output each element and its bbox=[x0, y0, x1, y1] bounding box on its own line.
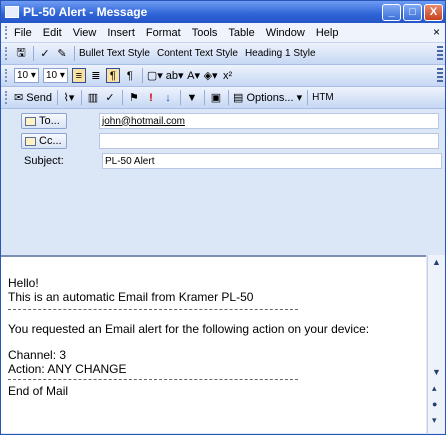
action-line: Action: ANY CHANGE bbox=[8, 362, 127, 376]
spelling-icon[interactable]: ✓ bbox=[38, 46, 52, 61]
separator bbox=[74, 46, 75, 61]
toolbar-grip[interactable] bbox=[5, 26, 10, 39]
message-text: Hello! This is an automatic Email from K… bbox=[8, 276, 418, 398]
cc-field[interactable] bbox=[99, 133, 439, 149]
subject-label: Subject: bbox=[24, 155, 64, 167]
select-browse-object-icon[interactable]: ● bbox=[432, 399, 437, 409]
style-bullet-text[interactable]: Bullet Text Style bbox=[79, 48, 150, 59]
menu-insert[interactable]: Insert bbox=[107, 27, 135, 39]
superscript-icon[interactable]: x² bbox=[221, 68, 235, 83]
window-title: PL-50 Alert - Message bbox=[23, 5, 148, 19]
rtl-paragraph-icon[interactable]: ¶ bbox=[123, 68, 137, 83]
save-icon[interactable]: 🖫 bbox=[14, 46, 28, 61]
separator bbox=[203, 90, 205, 105]
shading-icon[interactable]: ◈▾ bbox=[204, 68, 218, 83]
menu-window[interactable]: Window bbox=[266, 27, 305, 39]
align-left-icon[interactable]: ≡ bbox=[71, 68, 86, 83]
title-bar: PL-50 Alert - Message _ □ X bbox=[1, 1, 445, 23]
down-arrow-icon[interactable]: ↓ bbox=[161, 90, 175, 105]
toolbar-overflow-icon[interactable] bbox=[437, 46, 443, 60]
email-toolbar: ✉ Send ⌇▾ ▥ ✓ ⚑ ! ↓ ▼ ▣ ▤ Options... ▾ H… bbox=[1, 87, 445, 109]
font-size-select[interactable]: 10 ▾ bbox=[14, 68, 39, 83]
divider bbox=[8, 309, 298, 310]
style-content-text[interactable]: Content Text Style bbox=[157, 48, 238, 59]
cc-row: Cc... bbox=[1, 131, 445, 151]
cc-button[interactable]: Cc... bbox=[21, 133, 67, 149]
separator bbox=[56, 90, 58, 105]
send-button[interactable]: ✉ Send bbox=[14, 90, 52, 105]
style-toolbar: 🖫 ✓ ✎ Bullet Text Style Content Text Sty… bbox=[1, 43, 445, 65]
message-app-icon bbox=[5, 6, 19, 18]
scroll-down-icon[interactable]: ▼ bbox=[432, 367, 441, 377]
check-names-icon[interactable]: ✓ bbox=[103, 90, 117, 105]
menu-file[interactable]: File bbox=[14, 27, 32, 39]
maximize-button[interactable]: □ bbox=[403, 3, 422, 21]
separator bbox=[121, 90, 123, 105]
to-row: To... john@hotmail.com bbox=[1, 111, 445, 131]
scroll-up-icon[interactable]: ▲ bbox=[432, 257, 441, 267]
toolbar-grip[interactable] bbox=[5, 69, 10, 82]
permission-icon[interactable]: ▣ bbox=[209, 90, 223, 105]
to-field[interactable]: john@hotmail.com bbox=[99, 113, 439, 129]
header-fields: To... john@hotmail.com Cc... Subject: PL… bbox=[1, 109, 445, 171]
request-line: You requested an Email alert for the fol… bbox=[8, 322, 370, 336]
menu-view[interactable]: View bbox=[73, 27, 97, 39]
toolbar-overflow-icon[interactable] bbox=[437, 68, 443, 82]
format-toolbar: 10 ▾ 10 ▾ ≡ ≣ ¶ ¶ ▢▾ ab▾ A▾ ◈▾ x² bbox=[1, 65, 445, 87]
paperclip-icon[interactable]: ⌇▾ bbox=[62, 90, 76, 105]
separator bbox=[33, 46, 34, 61]
message-format[interactable]: HTM bbox=[312, 92, 334, 103]
separator bbox=[141, 68, 143, 83]
next-object-icon[interactable]: ▾ bbox=[432, 415, 437, 426]
divider bbox=[8, 379, 298, 380]
minimize-button[interactable]: _ bbox=[382, 3, 401, 21]
vertical-scrollbar[interactable]: ▲ ▼ ▴ ● ▾ bbox=[427, 255, 445, 433]
menu-table[interactable]: Table bbox=[228, 27, 254, 39]
greeting: Hello! bbox=[8, 276, 39, 290]
align-center-icon[interactable]: ≣ bbox=[89, 68, 103, 83]
separator bbox=[227, 90, 229, 105]
exclamation-icon[interactable]: ! bbox=[144, 90, 158, 105]
message-body[interactable]: Hello! This is an automatic Email from K… bbox=[1, 255, 426, 433]
menu-format[interactable]: Format bbox=[146, 27, 181, 39]
menu-tools[interactable]: Tools bbox=[192, 27, 218, 39]
channel-line: Channel: 3 bbox=[8, 348, 67, 362]
close-button[interactable]: X bbox=[424, 3, 443, 21]
highlight-icon[interactable]: ab▾ bbox=[166, 68, 184, 83]
separator bbox=[80, 90, 82, 105]
separator bbox=[307, 90, 309, 105]
menu-bar: File Edit View Insert Format Tools Table… bbox=[1, 23, 445, 43]
filter-icon[interactable]: ▼ bbox=[185, 90, 199, 105]
font-size-select-secondary[interactable]: 10 ▾ bbox=[42, 68, 68, 83]
format-painter-icon[interactable]: ✎ bbox=[55, 46, 69, 61]
to-button[interactable]: To... bbox=[21, 113, 67, 129]
options-button[interactable]: ▤ Options... ▾ bbox=[233, 90, 302, 105]
menu-help[interactable]: Help bbox=[316, 27, 339, 39]
flag-icon[interactable]: ⚑ bbox=[127, 90, 141, 105]
toolbar-grip[interactable] bbox=[5, 91, 10, 104]
address-book-icon bbox=[25, 116, 36, 126]
footer-line: End of Mail bbox=[8, 384, 69, 398]
toolbar-grip[interactable] bbox=[5, 47, 10, 60]
menu-edit[interactable]: Edit bbox=[43, 27, 62, 39]
close-document-icon[interactable]: × bbox=[433, 25, 440, 39]
separator bbox=[179, 90, 181, 105]
font-color-icon[interactable]: A▾ bbox=[187, 68, 201, 83]
style-heading-1[interactable]: Heading 1 Style bbox=[245, 48, 316, 59]
subject-field[interactable]: PL-50 Alert bbox=[102, 153, 442, 169]
address-book-icon bbox=[25, 136, 36, 146]
previous-object-icon[interactable]: ▴ bbox=[432, 383, 437, 394]
border-icon[interactable]: ▢▾ bbox=[147, 68, 163, 83]
intro-line: This is an automatic Email from Kramer P… bbox=[8, 290, 254, 304]
subject-row: Subject: PL-50 Alert bbox=[1, 151, 445, 171]
ltr-paragraph-icon[interactable]: ¶ bbox=[105, 68, 120, 83]
address-book-icon[interactable]: ▥ bbox=[86, 90, 100, 105]
